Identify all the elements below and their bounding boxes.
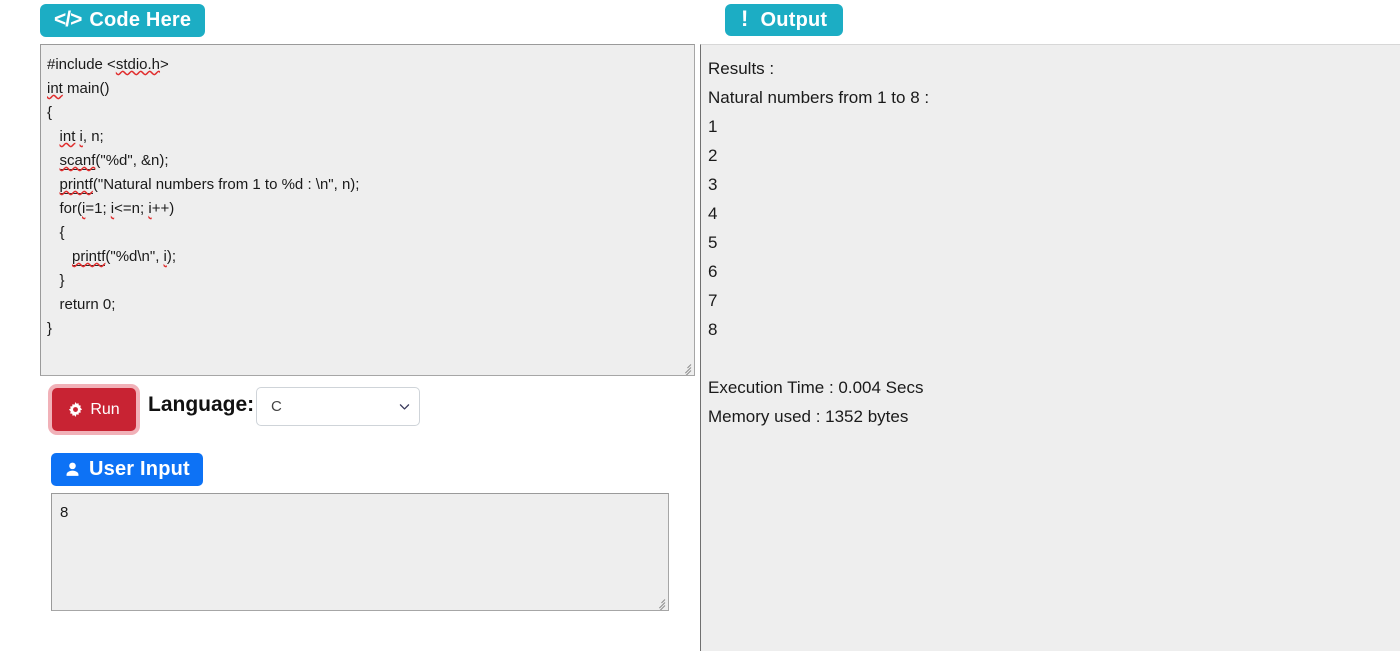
person-icon <box>64 461 81 478</box>
user-input-button[interactable]: User Input <box>51 453 203 486</box>
code-here-label: Code Here <box>89 9 192 31</box>
user-input-textarea[interactable]: 8 <box>51 493 669 611</box>
output-button[interactable]: ! Output <box>725 4 844 36</box>
output-panel: Results : Natural numbers from 1 to 8 : … <box>700 44 1400 651</box>
code-here-button[interactable]: </> Code Here <box>40 4 206 37</box>
code-editor-textarea[interactable]: #include <stdio.h> int main() { int i, n… <box>40 44 695 376</box>
user-input-label: User Input <box>89 458 190 480</box>
run-label: Run <box>90 400 120 418</box>
output-label: Output <box>760 8 828 31</box>
output-content: Results : Natural numbers from 1 to 8 : … <box>708 59 930 426</box>
run-button[interactable]: Run <box>52 388 136 431</box>
user-input-content[interactable]: 8 <box>52 494 668 525</box>
gear-icon <box>68 402 83 417</box>
language-label: Language: <box>148 393 255 416</box>
code-tags-icon: </> <box>54 8 82 31</box>
code-editor-content[interactable]: #include <stdio.h> int main() { int i, n… <box>41 45 694 341</box>
language-select[interactable]: C <box>256 387 420 426</box>
code-textarea-resize-handle[interactable] <box>678 359 692 375</box>
exclamation-icon: ! <box>741 6 749 31</box>
user-input-textarea-resize-handle[interactable] <box>652 594 666 610</box>
